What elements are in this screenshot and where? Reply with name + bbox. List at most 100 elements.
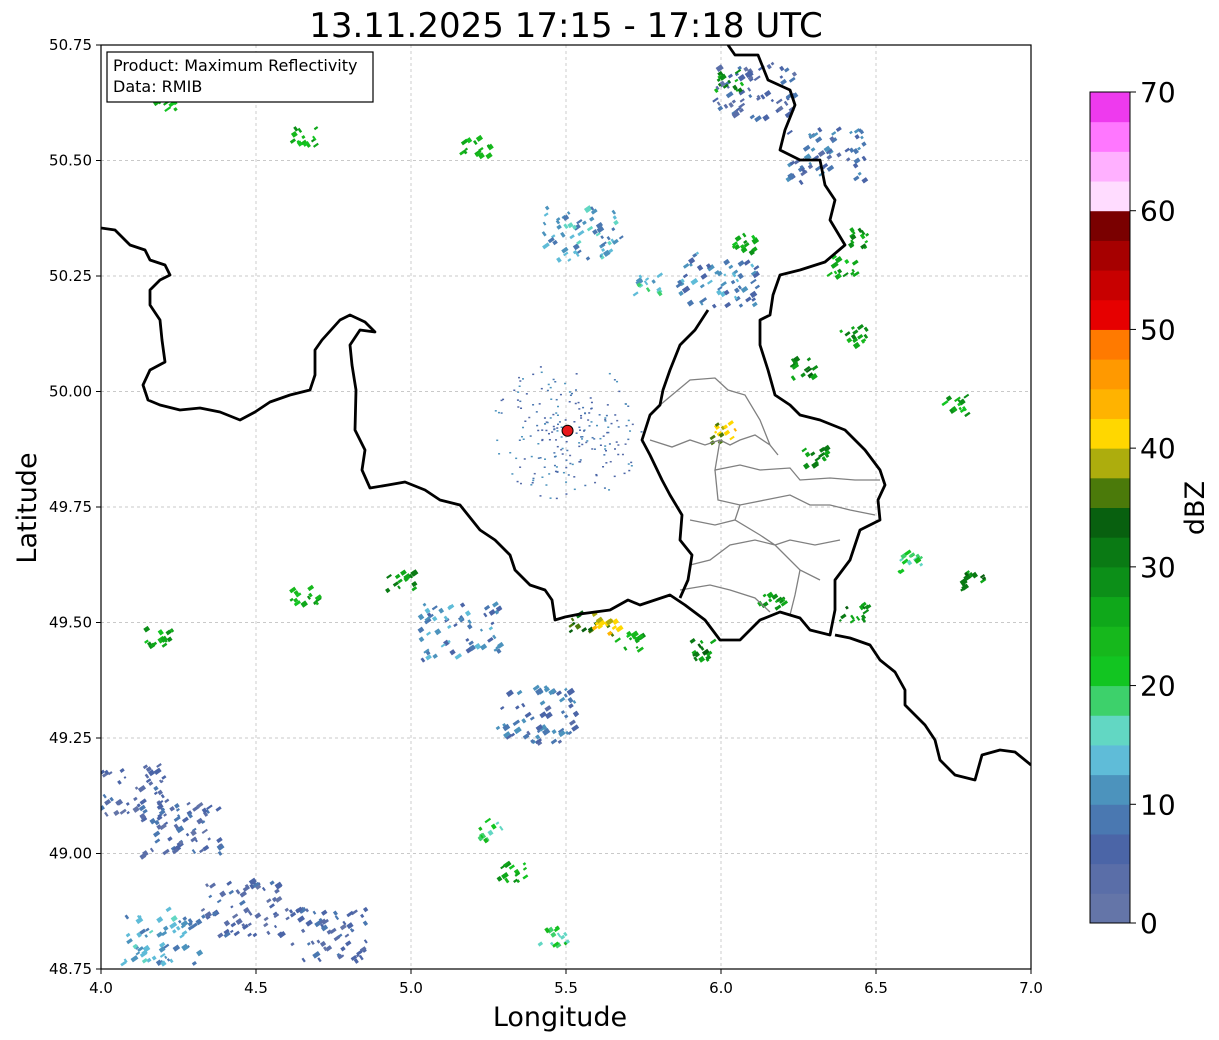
clutter-pixel	[536, 424, 539, 427]
clutter-pixel	[575, 432, 578, 434]
clutter-pixel	[605, 449, 608, 452]
clutter-pixel	[603, 454, 606, 456]
clutter-pixel	[553, 456, 556, 458]
clutter-pixel	[537, 443, 540, 445]
clutter-pixel	[568, 401, 571, 403]
colorbar-segment	[1090, 596, 1130, 627]
radar-site-marker	[561, 424, 574, 437]
clutter-pixel	[586, 440, 589, 442]
clutter-pixel	[607, 426, 610, 428]
clutter-pixel	[603, 487, 606, 489]
colorbar-segment	[1090, 448, 1130, 479]
clutter-pixel	[629, 430, 632, 432]
clutter-pixel	[580, 414, 583, 417]
clutter-pixel	[614, 448, 617, 450]
colorbar-segment	[1090, 774, 1130, 805]
clutter-pixel	[581, 438, 584, 440]
clutter-pixel	[565, 466, 568, 469]
clutter-pixel	[539, 366, 542, 368]
clutter-pixel	[599, 437, 602, 440]
clutter-pixel	[578, 442, 581, 444]
clutter-pixel	[511, 473, 514, 475]
clutter-pixel	[594, 481, 597, 484]
clutter-pixel	[582, 406, 585, 409]
clutter-pixel	[579, 459, 582, 461]
clutter-pixel	[627, 419, 630, 422]
clutter-pixel	[494, 410, 497, 412]
colorbar-segment	[1090, 92, 1130, 123]
clutter-pixel	[573, 488, 576, 491]
colorbar-segment	[1090, 804, 1130, 835]
clutter-pixel	[589, 397, 592, 399]
clutter-pixel	[605, 462, 608, 464]
clutter-pixel	[593, 448, 596, 450]
clutter-pixel	[525, 393, 528, 395]
clutter-pixel	[556, 430, 559, 432]
colorbar-segment	[1090, 210, 1130, 241]
clutter-pixel	[547, 383, 550, 386]
clutter-pixel	[585, 441, 588, 444]
clutter-pixel	[566, 449, 569, 452]
clutter-pixel	[578, 461, 581, 463]
echo-pixel	[92, 771, 97, 776]
colorbar-tick-label: 40	[1140, 432, 1176, 465]
clutter-pixel	[555, 497, 558, 500]
clutter-pixel	[569, 462, 572, 465]
clutter-pixel	[520, 407, 523, 410]
colorbar-tick-label: 60	[1140, 195, 1176, 228]
clutter-pixel	[574, 402, 577, 405]
info-box: Product: Maximum Reflectivity Data: RMIB	[106, 51, 374, 103]
echo-pixel	[88, 816, 95, 822]
echo-pixel	[88, 794, 91, 797]
clutter-pixel	[624, 443, 627, 445]
clutter-pixel	[565, 481, 568, 483]
clutter-pixel	[541, 429, 544, 431]
y-axis-label: Latitude	[12, 452, 43, 563]
clutter-pixel	[569, 454, 572, 457]
clutter-pixel	[552, 378, 555, 381]
x-tick-label: 6.5	[864, 979, 888, 997]
clutter-pixel	[553, 464, 556, 467]
clutter-pixel	[640, 431, 643, 433]
clutter-pixel	[604, 445, 607, 447]
x-axis-label: Longitude	[493, 1002, 627, 1033]
colorbar-segment	[1090, 507, 1130, 538]
clutter-pixel	[531, 482, 534, 484]
info-product-text: Product: Maximum Reflectivity	[113, 56, 357, 75]
clutter-pixel	[624, 403, 627, 405]
clutter-pixel	[533, 472, 536, 475]
y-tick-label: 50.25	[49, 267, 92, 285]
clutter-pixel	[529, 435, 532, 437]
clutter-pixel	[581, 443, 584, 446]
colorbar-label: dBZ	[1180, 481, 1211, 535]
echo-pixel	[95, 790, 99, 794]
clutter-pixel	[550, 398, 553, 400]
clutter-pixel	[518, 376, 521, 379]
clutter-pixel	[556, 445, 559, 448]
clutter-pixel	[605, 414, 608, 417]
clutter-pixel	[613, 379, 616, 381]
clutter-pixel	[519, 380, 522, 382]
clutter-pixel	[543, 417, 546, 419]
clutter-pixel	[616, 380, 619, 383]
clutter-pixel	[558, 421, 561, 423]
clutter-pixel	[513, 389, 516, 392]
figure-title: 13.11.2025 17:15 - 17:18 UTC	[309, 6, 823, 46]
colorbar-segment	[1090, 893, 1130, 924]
clutter-pixel	[532, 373, 535, 376]
colorbar-tick-label: 10	[1140, 788, 1176, 821]
colorbar-segment	[1090, 626, 1130, 657]
clutter-pixel	[614, 414, 617, 416]
clutter-pixel	[524, 420, 527, 422]
clutter-pixel	[497, 411, 500, 414]
colorbar-segment	[1090, 388, 1130, 419]
colorbar-segment	[1090, 270, 1130, 301]
clutter-pixel	[590, 401, 593, 404]
clutter-pixel	[588, 412, 591, 414]
clutter-pixel	[588, 425, 591, 427]
clutter-pixel	[584, 412, 587, 414]
y-tick-label: 48.75	[49, 960, 92, 978]
clutter-pixel	[519, 482, 522, 485]
clutter-pixel	[606, 431, 609, 434]
clutter-pixel	[590, 421, 593, 423]
